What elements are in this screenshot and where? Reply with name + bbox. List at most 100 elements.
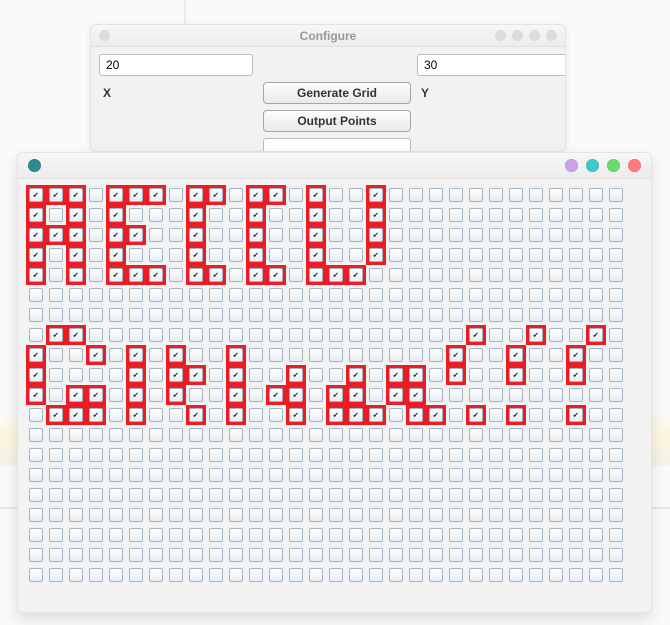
- grid-cell[interactable]: [66, 565, 86, 585]
- checkbox-icon[interactable]: [609, 208, 623, 222]
- grid-cell[interactable]: [566, 285, 586, 305]
- checkbox-icon[interactable]: [589, 388, 603, 402]
- grid-cell[interactable]: [146, 325, 166, 345]
- grid-cell[interactable]: [266, 345, 286, 365]
- grid-cell[interactable]: [346, 225, 366, 245]
- checkbox-icon[interactable]: [509, 488, 523, 502]
- checkbox-icon[interactable]: [229, 268, 243, 282]
- checkbox-icon[interactable]: [269, 268, 283, 282]
- grid-cell[interactable]: [26, 245, 46, 265]
- checkbox-icon[interactable]: [229, 408, 243, 422]
- grid-cell[interactable]: [226, 265, 246, 285]
- checkbox-icon[interactable]: [449, 388, 463, 402]
- grid-cell[interactable]: [326, 325, 346, 345]
- grid-cell[interactable]: [166, 305, 186, 325]
- checkbox-icon[interactable]: [109, 328, 123, 342]
- grid-cell[interactable]: [406, 225, 426, 245]
- grid-cell[interactable]: [526, 485, 546, 505]
- checkbox-icon[interactable]: [569, 208, 583, 222]
- checkbox-icon[interactable]: [269, 548, 283, 562]
- checkbox-icon[interactable]: [329, 288, 343, 302]
- grid-cell[interactable]: [586, 345, 606, 365]
- checkbox-icon[interactable]: [369, 568, 383, 582]
- grid-cell[interactable]: [446, 305, 466, 325]
- checkbox-icon[interactable]: [549, 528, 563, 542]
- grid-cell[interactable]: [126, 305, 146, 325]
- grid-cell[interactable]: [486, 445, 506, 465]
- grid-cell[interactable]: [306, 565, 326, 585]
- grid-cell[interactable]: [506, 265, 526, 285]
- grid-cell[interactable]: [406, 385, 426, 405]
- grid-cell[interactable]: [66, 445, 86, 465]
- grid-cell[interactable]: [486, 245, 506, 265]
- grid-cell[interactable]: [146, 465, 166, 485]
- checkbox-icon[interactable]: [429, 468, 443, 482]
- grid-cell[interactable]: [166, 545, 186, 565]
- grid-cell[interactable]: [306, 545, 326, 565]
- checkbox-icon[interactable]: [29, 448, 43, 462]
- grid-cell[interactable]: [426, 205, 446, 225]
- checkbox-icon[interactable]: [89, 228, 103, 242]
- checkbox-icon[interactable]: [129, 208, 143, 222]
- checkbox-icon[interactable]: [109, 428, 123, 442]
- checkbox-icon[interactable]: [49, 368, 63, 382]
- checkbox-icon[interactable]: [369, 228, 383, 242]
- checkbox-icon[interactable]: [489, 248, 503, 262]
- grid-cell[interactable]: [346, 305, 366, 325]
- grid-cell[interactable]: [106, 485, 126, 505]
- grid-cell[interactable]: [486, 485, 506, 505]
- checkbox-icon[interactable]: [249, 268, 263, 282]
- checkbox-icon[interactable]: [169, 268, 183, 282]
- checkbox-icon[interactable]: [209, 228, 223, 242]
- checkbox-icon[interactable]: [429, 188, 443, 202]
- grid-cell[interactable]: [106, 565, 126, 585]
- grid-cell[interactable]: [206, 185, 226, 205]
- checkbox-icon[interactable]: [189, 468, 203, 482]
- grid-cell[interactable]: [306, 385, 326, 405]
- grid-cell[interactable]: [486, 465, 506, 485]
- grid-cell[interactable]: [386, 565, 406, 585]
- checkbox-icon[interactable]: [289, 288, 303, 302]
- checkbox-icon[interactable]: [29, 508, 43, 522]
- grid-cell[interactable]: [206, 545, 226, 565]
- grid-cell[interactable]: [486, 185, 506, 205]
- grid-cell[interactable]: [146, 265, 166, 285]
- grid-cell[interactable]: [166, 425, 186, 445]
- grid-cell[interactable]: [186, 185, 206, 205]
- grid-cell[interactable]: [126, 265, 146, 285]
- grid-cell[interactable]: [606, 185, 626, 205]
- checkbox-icon[interactable]: [609, 548, 623, 562]
- grid-cell[interactable]: [246, 325, 266, 345]
- grid-cell[interactable]: [166, 485, 186, 505]
- checkbox-icon[interactable]: [429, 248, 443, 262]
- checkbox-icon[interactable]: [389, 388, 403, 402]
- checkbox-icon[interactable]: [569, 488, 583, 502]
- grid-cell[interactable]: [286, 225, 306, 245]
- grid-cell[interactable]: [346, 425, 366, 445]
- checkbox-icon[interactable]: [589, 548, 603, 562]
- checkbox-icon[interactable]: [189, 388, 203, 402]
- checkbox-icon[interactable]: [409, 208, 423, 222]
- grid-cell[interactable]: [386, 345, 406, 365]
- checkbox-icon[interactable]: [229, 388, 243, 402]
- checkbox-icon[interactable]: [149, 428, 163, 442]
- grid-cell[interactable]: [106, 285, 126, 305]
- grid-cell[interactable]: [246, 185, 266, 205]
- grid-cell[interactable]: [66, 245, 86, 265]
- grid-cell[interactable]: [326, 425, 346, 445]
- checkbox-icon[interactable]: [29, 568, 43, 582]
- grid-cell[interactable]: [46, 565, 66, 585]
- grid-cell[interactable]: [406, 525, 426, 545]
- grid-cell[interactable]: [466, 565, 486, 585]
- checkbox-icon[interactable]: [149, 368, 163, 382]
- grid-cell[interactable]: [466, 345, 486, 365]
- checkbox-icon[interactable]: [49, 488, 63, 502]
- checkbox-icon[interactable]: [69, 208, 83, 222]
- checkbox-icon[interactable]: [29, 268, 43, 282]
- checkbox-icon[interactable]: [289, 388, 303, 402]
- checkbox-icon[interactable]: [289, 268, 303, 282]
- grid-cell[interactable]: [426, 345, 446, 365]
- grid-cell[interactable]: [606, 265, 626, 285]
- checkbox-icon[interactable]: [509, 548, 523, 562]
- checkbox-icon[interactable]: [89, 548, 103, 562]
